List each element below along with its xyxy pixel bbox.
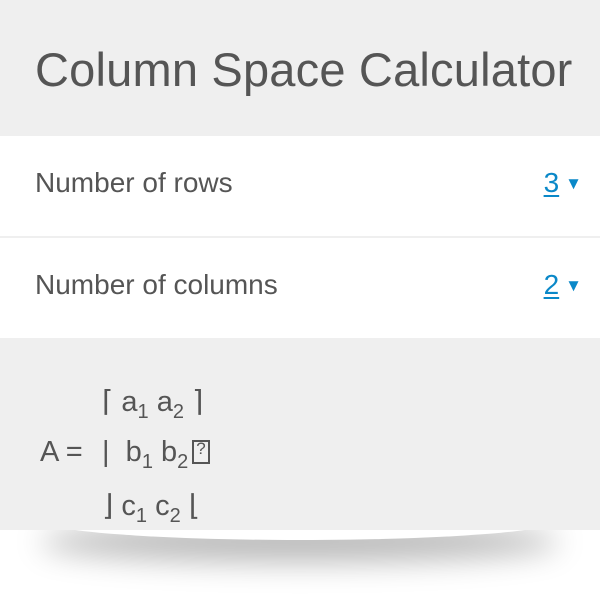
missing-glyph-icon xyxy=(192,439,211,464)
matrix-row-3: ⌋ c1 c2 ⌊ xyxy=(102,488,200,528)
columns-select[interactable]: 2 ▼ xyxy=(544,269,582,301)
matrix-lhs: A = xyxy=(40,436,83,468)
bracket-bottom-right: ⌊ xyxy=(188,490,201,522)
bracket-top-left: ⌈ xyxy=(102,386,114,418)
rows-select[interactable]: 3 ▼ xyxy=(544,167,582,199)
rows-select-value[interactable]: 3 xyxy=(544,167,560,198)
columns-label: Number of columns xyxy=(35,269,278,300)
matrix-display: A = ⌈ a1 a2 ⌉ | b1 b2 ⌋ c1 c2 ⌊ xyxy=(0,370,600,530)
columns-select-value[interactable]: 2 xyxy=(544,269,560,300)
bracket-bottom-left: ⌋ xyxy=(102,490,114,522)
chevron-down-icon[interactable]: ▼ xyxy=(565,174,582,194)
bracket-top-right: ⌉ xyxy=(192,386,204,418)
matrix-entry-b1: b1 xyxy=(125,436,153,473)
matrix-entry-a2: a2 xyxy=(156,386,184,423)
calculator-card: Column Space Calculator Number of rows 3… xyxy=(0,0,600,530)
page-title: Column Space Calculator xyxy=(35,43,573,96)
matrix-entry-b2: b2 xyxy=(161,436,189,473)
rows-field: Number of rows 3 ▼ xyxy=(0,136,600,236)
matrix-entry-c1: c1 xyxy=(121,490,148,527)
matrix-entry-c2: c2 xyxy=(155,490,181,527)
columns-field: Number of columns 2 ▼ xyxy=(0,238,600,338)
chevron-down-icon[interactable]: ▼ xyxy=(565,276,582,296)
matrix-row-1: ⌈ a1 a2 ⌉ xyxy=(102,384,203,424)
bracket-middle-left: | xyxy=(102,436,110,468)
matrix-entry-a1: a1 xyxy=(121,386,149,423)
rows-label: Number of rows xyxy=(35,167,233,198)
matrix-row-2: | b1 b2 xyxy=(102,436,211,474)
